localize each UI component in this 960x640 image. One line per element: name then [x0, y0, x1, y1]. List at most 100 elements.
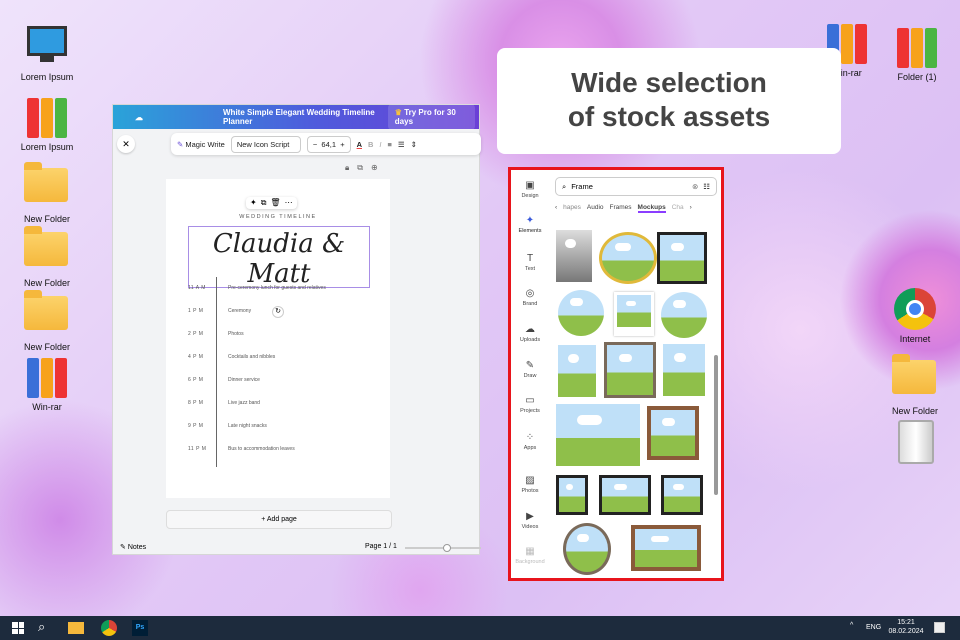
mockup-frame-black[interactable]	[599, 475, 651, 515]
desktop-icon-win-rar[interactable]: Win-rar	[12, 356, 82, 412]
timeline-row[interactable]: 1 P M Ceremony	[188, 308, 251, 314]
duplicate-icon[interactable]: ⧉	[357, 163, 363, 173]
mockup-frame-wood[interactable]	[631, 525, 701, 571]
mockup-frame-plain[interactable]	[558, 345, 596, 397]
mockup-frame-round-gold[interactable]	[599, 232, 657, 284]
tab-charts[interactable]: Cha	[672, 204, 684, 213]
try-pro-button[interactable]: ♛ Try Pro for 30 days	[387, 104, 475, 130]
add-page-button[interactable]: + Add page	[166, 510, 392, 529]
recycle-bin-icon[interactable]	[898, 420, 934, 464]
more-icon[interactable]: ⋯	[285, 198, 293, 208]
sidebar-item-background[interactable]: ▦ Background	[511, 546, 549, 565]
notes-button[interactable]: ✎ Notes	[120, 543, 146, 551]
sidebar-item-draw[interactable]: ✎ Draw	[511, 360, 549, 379]
desktop-icon-lorem-ipsum-2[interactable]: Lorem Ipsum	[12, 96, 82, 152]
timeline-row[interactable]: 2 P M Photos	[188, 331, 244, 337]
notifications-icon[interactable]	[934, 622, 945, 633]
copy-icon[interactable]: ⧉	[261, 198, 267, 208]
timeline-row[interactable]: 11 A M Pre-ceremony lunch for guests and …	[188, 285, 326, 291]
tab-frames[interactable]: Frames	[610, 204, 632, 213]
desktop-icon-new-folder-right[interactable]: New Folder	[880, 352, 950, 416]
notes-icon: ✎	[120, 544, 128, 551]
sidebar-item-elements[interactable]: ✦ Elements	[511, 215, 549, 234]
start-button[interactable]	[12, 622, 24, 634]
mockup-frame-black[interactable]	[657, 232, 707, 284]
sidebar-item-projects[interactable]: ▭ Projects	[511, 395, 549, 414]
draw-icon: ✎	[525, 360, 535, 371]
mockup-frame-black[interactable]	[661, 475, 703, 515]
mockup-frame-polaroid[interactable]	[614, 292, 654, 336]
desktop-icon-internet[interactable]: Internet	[880, 288, 950, 344]
desktop-icon-lorem-ipsum[interactable]: Lorem Ipsum	[12, 26, 82, 82]
tab-audio[interactable]: Audio	[587, 204, 604, 213]
sidebar-item-brand[interactable]: ◎ Brand	[511, 288, 549, 307]
clock[interactable]: 15:21 08.02.2024	[888, 619, 924, 635]
text-color-icon[interactable]: A	[357, 140, 362, 149]
timeline-row[interactable]: 9 P M Late night snacks	[188, 423, 267, 429]
folder-icon	[24, 290, 68, 330]
search-input[interactable]: ⌕ Frame ⊗ ☷	[555, 177, 717, 196]
tray-chevron-icon[interactable]: ^	[850, 622, 853, 629]
font-size-stepper[interactable]: − 64,1 +	[306, 135, 351, 153]
magic-write-button[interactable]: ✎ Magic Write	[177, 140, 225, 149]
spacing-icon[interactable]: ⇕	[411, 140, 417, 149]
sidebar-item-videos[interactable]: ▶ Videos	[511, 511, 549, 530]
language-indicator[interactable]: ENG	[866, 624, 881, 631]
mockup-frame-plain[interactable]	[556, 404, 640, 466]
mockup-frame-photo[interactable]	[556, 230, 592, 282]
timeline-row[interactable]: 11 P M Bus to accommodation leaves	[188, 446, 295, 452]
filter-icon[interactable]: ☷	[703, 182, 710, 191]
tabs-prev-icon[interactable]: ‹	[555, 204, 557, 213]
sidebar-item-text[interactable]: T Text	[511, 253, 549, 272]
desktop-icon-new-folder[interactable]: New Folder	[12, 160, 82, 224]
mockup-frame-black[interactable]	[556, 475, 588, 515]
folder-icon	[24, 162, 68, 202]
align-center-icon[interactable]: ≡	[388, 140, 392, 149]
file-explorer-icon[interactable]	[68, 622, 84, 634]
italic-icon[interactable]: I	[379, 140, 381, 149]
text-icon: T	[526, 253, 534, 264]
list-icon[interactable]: ☰	[398, 140, 405, 149]
magic-icon[interactable]: ✦	[250, 198, 257, 208]
font-select[interactable]: New Icon Script	[230, 135, 301, 153]
scrollbar[interactable]	[714, 355, 718, 495]
design-page[interactable]: ✦ ⧉ 🗑︎ ⋯ WEDDING TIMELINE Claudia & Matt 11…	[166, 179, 390, 498]
timeline-event: Late night snacks	[228, 423, 267, 429]
sidebar-item-design[interactable]: ▣ Design	[511, 180, 549, 199]
design-icon: ▣	[525, 180, 535, 191]
mockup-frame-plain[interactable]	[663, 344, 705, 396]
mockup-frame-floral[interactable]	[604, 342, 656, 398]
timeline-row[interactable]: 4 P M Cocktails and nibbles	[188, 354, 275, 360]
folder-icon	[892, 354, 936, 394]
clear-icon[interactable]: ⊗	[692, 182, 698, 191]
page-indicator[interactable]: Page 1 / 1	[365, 543, 397, 550]
sidebar-item-uploads[interactable]: ☁ Uploads	[511, 324, 549, 343]
lock-icon[interactable]: 🔒︎	[345, 163, 349, 173]
mockup-frame-wood[interactable]	[647, 406, 699, 460]
rotate-handle[interactable]: ↻	[272, 306, 284, 318]
mockup-frame-round-plain[interactable]	[558, 290, 604, 336]
close-button[interactable]: ✕	[117, 135, 135, 153]
desktop-icon-new-folder-3[interactable]: New Folder	[12, 288, 82, 352]
desktop-icon-new-folder-2[interactable]: New Folder	[12, 224, 82, 288]
mockup-frame-round-floral[interactable]	[563, 523, 611, 575]
folder-icon	[24, 226, 68, 266]
desktop-icon-folder-1[interactable]: Folder (1)	[882, 26, 952, 82]
zoom-slider[interactable]	[405, 544, 481, 552]
add-icon[interactable]: ⊕	[371, 163, 378, 173]
timeline-row[interactable]: 6 P M Dinner service	[188, 377, 260, 383]
document-title[interactable]: White Simple Elegant Wedding Timeline Pl…	[223, 108, 388, 126]
sidebar-item-apps[interactable]: ⁘ Apps	[511, 432, 549, 451]
search-icon: ⌕	[562, 182, 567, 191]
sidebar-item-photos[interactable]: ▨ Photos	[511, 475, 549, 494]
tabs-next-icon[interactable]: ›	[690, 204, 692, 213]
photoshop-icon[interactable]: Ps	[132, 620, 148, 636]
bold-icon[interactable]: B	[368, 140, 373, 149]
tab-mockups[interactable]: Mockups	[637, 204, 666, 213]
timeline-row[interactable]: 8 P M Live jazz band	[188, 400, 260, 406]
chrome-icon[interactable]	[101, 620, 117, 636]
trash-icon[interactable]: 🗑︎	[270, 198, 280, 208]
tab-shapes[interactable]: hapes	[563, 204, 581, 213]
mockup-frame-round-plain[interactable]	[661, 292, 707, 338]
search-icon[interactable]: ⌕	[38, 619, 45, 635]
